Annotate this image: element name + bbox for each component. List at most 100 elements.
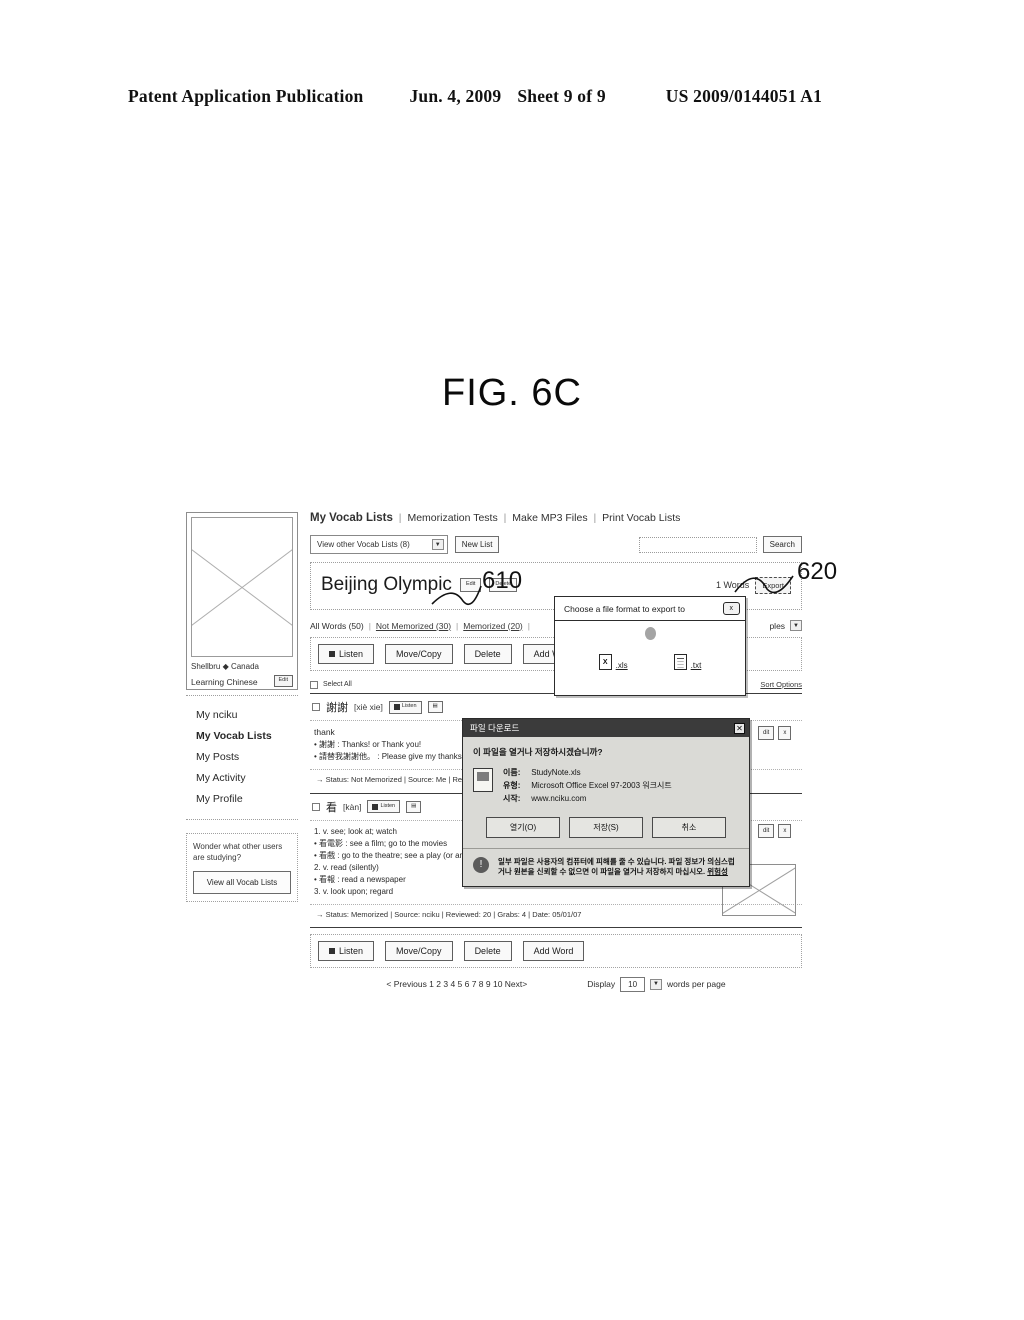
filter-separator-2: |	[456, 620, 459, 631]
download-warning-text: 일부 파일은 사용자의 컴퓨터에 피해를 줄 수 있습니다. 파일 정보가 의심…	[498, 856, 735, 876]
word-note-icon-button-2[interactable]: ▤	[406, 800, 422, 813]
sidebar-item-my-nciku[interactable]: My nciku	[196, 705, 298, 726]
profile-card: Shellbru ◆ Canada Learning Chinese Edit	[186, 512, 298, 690]
export-format-xls[interactable]: X .xls	[598, 654, 628, 670]
top-nav-print-vocab-lists[interactable]: Print Vocab Lists	[602, 512, 680, 524]
profile-edit-button[interactable]: Edit	[273, 675, 293, 687]
download-field-type-row: 유형: Microsoft Office Excel 97-2003 워크시트	[503, 779, 672, 792]
shield-warning-icon: !	[473, 856, 489, 873]
sidebar-item-my-activity[interactable]: My Activity	[196, 768, 298, 789]
sidebar-item-my-vocab-lists[interactable]: My Vocab Lists	[196, 726, 298, 747]
listen-button-bottom[interactable]: Listen	[318, 940, 375, 961]
export-button[interactable]: Export	[755, 576, 791, 594]
filter-separator-1: |	[368, 620, 371, 631]
word-hanzi-2[interactable]: 看	[326, 799, 337, 815]
delete-button-bottom[interactable]: Delete	[463, 940, 512, 961]
move-copy-button-top[interactable]: Move/Copy	[385, 644, 453, 664]
speaker-icon	[329, 651, 335, 657]
cancel-button[interactable]: 취소	[652, 816, 726, 838]
word-toolbar-bottom: Listen Move/Copy Delete Add Word	[310, 933, 802, 968]
pagination[interactable]: < Previous 1 2 3 4 5 6 7 8 9 10 Next>	[386, 979, 527, 989]
chevron-down-icon-per-page[interactable]: ▼	[650, 978, 662, 990]
download-dialog-buttons: 열기(O) 저장(S) 취소	[473, 816, 739, 838]
top-nav-memorization-tests[interactable]: Memorization Tests	[407, 512, 497, 524]
new-list-button[interactable]: New List	[454, 536, 500, 553]
word-listen-button-2[interactable]: Listen	[367, 800, 401, 814]
edge-edit-button-1[interactable]: dit	[758, 726, 775, 740]
edge-close-button-1[interactable]: x	[778, 726, 792, 740]
export-format-options: X .xls .txt	[555, 654, 745, 670]
search-button[interactable]: Search	[762, 536, 802, 553]
sort-options-link[interactable]: Sort Options	[760, 680, 802, 689]
search-input[interactable]	[638, 536, 757, 553]
move-copy-button-bottom[interactable]: Move/Copy	[385, 940, 453, 961]
reference-numeral-620: 620	[797, 558, 838, 585]
view-other-lists-label: View other Vocab Lists (8)	[317, 540, 410, 549]
word-listen-button-1[interactable]: Listen	[388, 700, 422, 714]
word-count-label: 1 Words	[715, 580, 750, 590]
delete-button-top[interactable]: Delete	[463, 644, 512, 664]
speaker-icon-2	[372, 803, 379, 810]
download-field-type-label: 유형:	[503, 781, 521, 791]
listen-label-bottom: Listen	[339, 945, 364, 956]
nav-separator-1: |	[398, 512, 402, 524]
top-nav-current[interactable]: My Vocab Lists	[310, 512, 393, 524]
sidebar-item-my-profile[interactable]: My Profile	[196, 789, 298, 810]
select-all-label: Select All	[323, 681, 352, 688]
close-icon-download-dialog[interactable]: ✕	[734, 722, 745, 734]
word-listen-label-2: Listen	[380, 803, 396, 809]
nav-separator-2: |	[503, 512, 507, 524]
word-hanzi-1[interactable]: 謝謝	[326, 699, 348, 715]
reference-numeral-610: 610	[482, 567, 523, 594]
xls-file-icon: X	[598, 654, 612, 670]
patent-number: US 2009/0144051 A1	[665, 86, 823, 106]
word-listen-label-1: Listen	[401, 703, 417, 710]
profile-name: Shellbru ◆ Canada	[191, 662, 259, 671]
footer-pagination-row: < Previous 1 2 3 4 5 6 7 8 9 10 Next> Di…	[310, 976, 802, 992]
vocab-list-title: Beijing Olympic	[321, 574, 452, 595]
download-field-source-row: 시작: www.nciku.com	[503, 792, 672, 805]
word-pinyin-1: [xiè xie]	[354, 702, 383, 712]
listen-button-top[interactable]: Listen	[318, 644, 375, 664]
download-dialog-warning: ! 일부 파일은 사용자의 컴퓨터에 피해를 줄 수 있습니다. 파일 정보가 …	[463, 847, 749, 886]
edge-controls-row-1: dit x	[758, 726, 804, 740]
download-field-source-value: www.nciku.com	[531, 794, 587, 804]
display-label: Display	[587, 979, 616, 990]
promo-card: Wonder what other users are studying? Vi…	[186, 832, 298, 902]
word-checkbox-2[interactable]	[312, 802, 320, 811]
word-header-1: 謝謝 [xiè xie] Listen ▤	[310, 694, 802, 721]
download-warning-text-wrap: 일부 파일은 사용자의 컴퓨터에 피해를 줄 수 있습니다. 파일 정보가 의심…	[498, 857, 739, 877]
search-area: Search	[638, 536, 802, 553]
promo-text: Wonder what other users are studying?	[193, 841, 283, 863]
add-word-button-bottom[interactable]: Add Word	[522, 940, 585, 961]
list-title-right: 1 Words Export	[715, 576, 791, 594]
close-icon[interactable]: x	[722, 602, 740, 615]
save-button[interactable]: 저장(S)	[569, 816, 643, 838]
download-field-source-label: 시작:	[503, 794, 521, 804]
download-field-name-row: 이름: StudyNote.xls	[503, 766, 672, 779]
display-value[interactable]: 10	[620, 976, 646, 992]
sidebar-item-my-posts[interactable]: My Posts	[196, 747, 298, 768]
top-nav: My Vocab Lists | Memorization Tests | Ma…	[310, 512, 802, 526]
select-all-checkbox[interactable]	[310, 680, 318, 689]
filter-all-words[interactable]: All Words (50)	[310, 621, 364, 631]
chevron-down-icon-examples[interactable]: ▼	[790, 620, 802, 631]
speaker-icon-bottom	[329, 947, 335, 954]
edit-list-button[interactable]: Edit	[459, 578, 482, 592]
open-button[interactable]: 열기(O)	[486, 816, 560, 838]
top-nav-make-mp3-files[interactable]: Make MP3 Files	[512, 512, 587, 524]
view-all-vocab-lists-button[interactable]: View all Vocab Lists	[193, 870, 291, 894]
filter-not-memorized[interactable]: Not Memorized (30)	[376, 621, 451, 631]
download-field-name-value: StudyNote.xls	[531, 768, 581, 777]
avatar	[191, 517, 293, 657]
edge-close-button-2[interactable]: x	[778, 824, 792, 838]
download-warning-link[interactable]: 위험성	[707, 867, 728, 876]
word-note-icon-button-1[interactable]: ▤	[427, 700, 443, 714]
export-format-txt[interactable]: .txt	[673, 654, 701, 670]
export-popup-title: Choose a file format to export to	[564, 603, 685, 614]
edge-edit-button-2[interactable]: dit	[758, 824, 775, 838]
listen-label-top: Listen	[339, 649, 364, 659]
view-other-vocab-lists-select[interactable]: View other Vocab Lists (8) ▼	[310, 535, 448, 554]
word-checkbox-1[interactable]	[312, 703, 320, 711]
filter-memorized[interactable]: Memorized (20)	[463, 621, 523, 631]
